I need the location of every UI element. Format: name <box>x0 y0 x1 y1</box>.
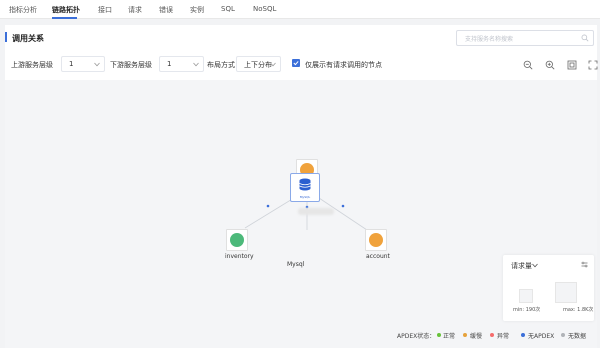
check-icon <box>293 61 299 66</box>
service-search-input[interactable]: 支持服务名称搜索 <box>456 30 594 46</box>
apdex-error-dot <box>490 333 494 337</box>
service-label-account: account <box>366 253 390 260</box>
apdex-normal-dot <box>437 333 441 337</box>
zoom-in-icon[interactable] <box>545 60 555 70</box>
downstream-level-select[interactable]: 1 <box>159 56 204 72</box>
downstream-level-label: 下游服务层级 <box>110 61 152 69</box>
java-service-icon <box>230 233 244 247</box>
only-requested-nodes-checkbox[interactable] <box>292 59 300 67</box>
chevron-down-icon <box>193 62 199 67</box>
legend-min-value: min: 190次 <box>513 307 541 313</box>
redacted-label <box>298 208 334 215</box>
active-tab-indicator <box>52 17 77 19</box>
chevron-down-icon <box>270 62 276 67</box>
apdex-slow-dot <box>463 333 467 337</box>
layout-mode-value: 上下分布 <box>244 61 272 69</box>
fit-view-icon[interactable] <box>567 60 577 70</box>
upstream-level-label: 上游服务层级 <box>11 61 53 69</box>
apdex-normal-label: 正常 <box>443 333 456 340</box>
mysql-badge: MySQL <box>299 195 311 199</box>
min-volume-swatch <box>519 289 533 303</box>
database-icon <box>299 178 311 191</box>
search-icon <box>581 34 589 42</box>
tab-requests[interactable]: 请求 <box>128 5 142 15</box>
zoom-out-icon[interactable] <box>523 60 533 70</box>
database-label-mysql: Mysql <box>287 261 305 268</box>
apdex-error-label: 异常 <box>497 333 510 340</box>
only-requested-nodes-label[interactable]: 仅展示有请求调用的节点 <box>305 60 382 70</box>
tab-interface[interactable]: 接口 <box>98 5 112 15</box>
upstream-level-select[interactable]: 1 <box>61 56 105 72</box>
fullscreen-icon[interactable] <box>588 60 598 70</box>
tab-nosql[interactable]: NoSQL <box>253 5 276 13</box>
apdex-nodata-label: 无数据 <box>568 333 587 340</box>
max-volume-swatch <box>555 282 577 303</box>
service-label-inventory: inventory <box>225 253 254 260</box>
tab-errors[interactable]: 错误 <box>159 5 173 15</box>
settings-icon[interactable] <box>581 261 588 268</box>
tab-metrics[interactable]: 指标分析 <box>9 5 37 15</box>
database-node-mysql[interactable]: MySQL <box>290 173 320 202</box>
apdex-none-label: 无APDEX <box>528 333 555 340</box>
top-tab-bar: 指标分析 链路拓扑 接口 请求 错误 实例 SQL NoSQL <box>0 0 600 19</box>
tab-sql[interactable]: SQL <box>221 5 235 13</box>
legend-max-value: max: 1.8K次 <box>563 307 594 313</box>
chevron-down-icon <box>94 62 100 67</box>
service-node-account[interactable] <box>365 229 387 251</box>
chevron-down-icon[interactable] <box>532 263 538 268</box>
request-volume-legend: 请求量 min: 190次 max: 1.8K次 <box>503 255 594 321</box>
apdex-legend-label: APDEX状态： <box>397 333 436 340</box>
apdex-slow-label: 缓慢 <box>470 333 483 340</box>
search-placeholder: 支持服务名称搜索 <box>465 36 514 43</box>
downstream-level-value: 1 <box>167 60 172 68</box>
tab-instances[interactable]: 实例 <box>190 5 204 15</box>
legend-metric-label[interactable]: 请求量 <box>511 261 532 271</box>
layout-mode-label: 布局方式 <box>207 61 235 69</box>
service-node-inventory[interactable] <box>226 229 248 251</box>
panel-title: 调用关系 <box>12 34 44 43</box>
layout-mode-select[interactable]: 上下分布 <box>236 56 281 72</box>
upstream-level-value: 1 <box>69 60 74 68</box>
title-accent-bar <box>5 32 7 42</box>
edge-dot <box>341 204 345 208</box>
apdex-none-dot <box>521 333 525 337</box>
java-service-icon <box>369 233 383 247</box>
tab-topology[interactable]: 链路拓扑 <box>52 5 80 15</box>
edge-dot <box>266 204 270 208</box>
apdex-nodata-dot <box>561 333 565 337</box>
